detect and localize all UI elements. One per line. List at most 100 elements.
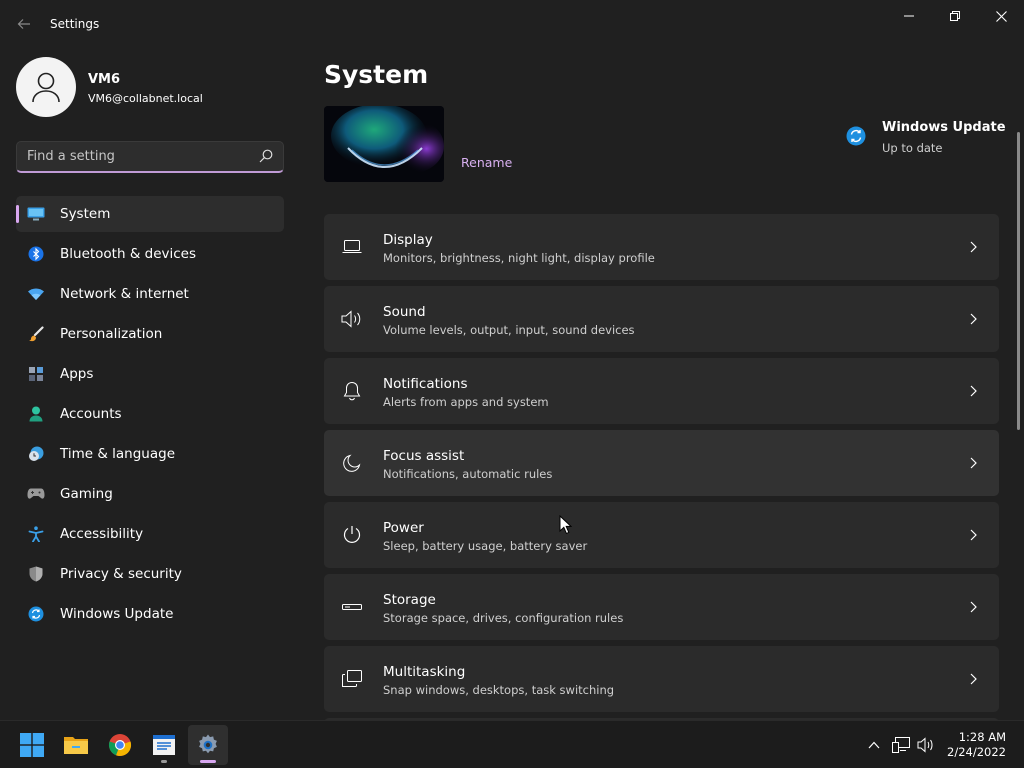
chevron-right-icon bbox=[965, 527, 981, 543]
sidebar-item-label: Apps bbox=[60, 366, 94, 382]
moon-icon bbox=[340, 451, 364, 475]
card-title: Power bbox=[383, 520, 424, 536]
settings-cards: Display Monitors, brightness, night ligh… bbox=[324, 214, 999, 720]
sidebar-item-network[interactable]: Network & internet bbox=[16, 276, 284, 312]
taskbar-start-button[interactable] bbox=[12, 725, 52, 765]
card-description: Sleep, battery usage, battery saver bbox=[383, 539, 588, 553]
power-icon bbox=[340, 523, 364, 547]
card-title: Focus assist bbox=[383, 448, 465, 464]
main-scrollbar[interactable] bbox=[1017, 132, 1020, 430]
notepad-icon bbox=[153, 735, 175, 755]
taskbar-settings[interactable] bbox=[188, 725, 228, 765]
sidebar-item-privacy-security[interactable]: Privacy & security bbox=[16, 556, 284, 592]
apps-icon bbox=[26, 364, 46, 384]
sidebar-item-system[interactable]: System bbox=[16, 196, 284, 232]
chevron-right-icon bbox=[965, 239, 981, 255]
sidebar-item-time-language[interactable]: Time & language bbox=[16, 436, 284, 472]
card-description: Alerts from apps and system bbox=[383, 395, 549, 409]
card-multitasking[interactable]: Multitasking Snap windows, desktops, tas… bbox=[324, 646, 999, 712]
tray-network[interactable] bbox=[891, 735, 911, 755]
sidebar-item-gaming[interactable]: Gaming bbox=[16, 476, 284, 512]
wallpaper-thumbnail bbox=[324, 106, 444, 182]
clock-globe-icon bbox=[26, 444, 46, 464]
back-button[interactable] bbox=[12, 12, 36, 36]
display-icon bbox=[340, 235, 364, 259]
windows-update-title: Windows Update bbox=[882, 120, 1006, 135]
taskbar: 1:28 AM 2/24/2022 bbox=[0, 720, 1024, 768]
storage-icon bbox=[340, 595, 364, 619]
sidebar-item-label: Gaming bbox=[60, 486, 113, 502]
close-button[interactable] bbox=[978, 0, 1024, 32]
user-email: VM6@collabnet.local bbox=[88, 92, 203, 105]
card-description: Monitors, brightness, night light, displ… bbox=[383, 251, 655, 265]
multitasking-icon bbox=[340, 667, 364, 691]
monitor-icon bbox=[26, 204, 46, 224]
chrome-icon bbox=[108, 734, 132, 756]
card-power[interactable]: Power Sleep, battery usage, battery save… bbox=[324, 502, 999, 568]
windows-update-status-text: Up to date bbox=[882, 141, 943, 155]
search-box[interactable] bbox=[16, 141, 284, 173]
sidebar-item-label: Accessibility bbox=[60, 526, 144, 542]
back-arrow-icon bbox=[17, 19, 30, 29]
sidebar: VM6 VM6@collabnet.local System Bluetooth… bbox=[0, 48, 300, 720]
sidebar-item-windows-update[interactable]: Windows Update bbox=[16, 596, 284, 632]
person-icon bbox=[26, 404, 46, 424]
bluetooth-icon bbox=[26, 244, 46, 264]
chevron-up-icon bbox=[868, 741, 880, 749]
search-icon[interactable] bbox=[259, 149, 273, 163]
app-title: Settings bbox=[50, 17, 100, 31]
card-focus-assist[interactable]: Focus assist Notifications, automatic ru… bbox=[324, 430, 999, 496]
sidebar-item-label: Network & internet bbox=[60, 286, 189, 302]
sidebar-item-apps[interactable]: Apps bbox=[16, 356, 284, 392]
minimize-button[interactable] bbox=[886, 0, 932, 32]
card-description: Notifications, automatic rules bbox=[383, 467, 553, 481]
clock-date: 2/24/2022 bbox=[947, 745, 1006, 759]
card-sound[interactable]: Sound Volume levels, output, input, soun… bbox=[324, 286, 999, 352]
title-bar: Settings bbox=[0, 0, 1024, 48]
file-explorer-icon bbox=[64, 737, 88, 754]
card-storage[interactable]: Storage Storage space, drives, configura… bbox=[324, 574, 999, 640]
update-icon bbox=[846, 126, 866, 146]
tray-volume[interactable] bbox=[916, 735, 936, 755]
bell-icon bbox=[340, 379, 364, 403]
card-description: Volume levels, output, input, sound devi… bbox=[383, 323, 635, 337]
sidebar-item-bluetooth[interactable]: Bluetooth & devices bbox=[16, 236, 284, 272]
taskbar-chrome[interactable] bbox=[100, 725, 140, 765]
main-content: System Rename Windows Update Up to date … bbox=[300, 48, 1024, 720]
sidebar-item-accessibility[interactable]: Accessibility bbox=[16, 516, 284, 552]
rename-link[interactable]: Rename bbox=[461, 155, 512, 170]
accessibility-icon bbox=[26, 524, 46, 544]
card-title: Multitasking bbox=[383, 664, 466, 680]
start-icon bbox=[20, 733, 44, 757]
settings-window: Settings VM6 VM6@collabnet.local System bbox=[0, 0, 1024, 720]
taskbar-file-explorer[interactable] bbox=[56, 725, 96, 765]
card-notifications[interactable]: Notifications Alerts from apps and syste… bbox=[324, 358, 999, 424]
tray-overflow-button[interactable] bbox=[864, 735, 884, 755]
chevron-right-icon bbox=[965, 455, 981, 471]
sidebar-item-accounts[interactable]: Accounts bbox=[16, 396, 284, 432]
card-display[interactable]: Display Monitors, brightness, night ligh… bbox=[324, 214, 999, 280]
windows-update-status[interactable]: Windows Update Up to date bbox=[846, 120, 1006, 160]
wallpaper-image bbox=[324, 106, 444, 182]
update-icon bbox=[26, 604, 46, 624]
restore-button[interactable] bbox=[932, 0, 978, 32]
taskbar-clock[interactable]: 1:28 AM 2/24/2022 bbox=[947, 730, 1006, 760]
sidebar-item-personalization[interactable]: Personalization bbox=[16, 316, 284, 352]
network-icon bbox=[892, 737, 910, 753]
avatar[interactable] bbox=[16, 57, 76, 117]
close-icon bbox=[995, 10, 1007, 22]
wifi-icon bbox=[26, 284, 46, 304]
card-description: Storage space, drives, configuration rul… bbox=[383, 611, 624, 625]
gamepad-icon bbox=[26, 484, 46, 504]
taskbar-notepad[interactable] bbox=[144, 725, 184, 765]
sidebar-item-label: Accounts bbox=[60, 406, 122, 422]
minimize-icon bbox=[904, 15, 914, 17]
restore-icon bbox=[950, 11, 960, 21]
sidebar-item-label: Time & language bbox=[60, 446, 176, 462]
page-title: System bbox=[324, 60, 429, 89]
card-title: Notifications bbox=[383, 376, 468, 392]
paintbrush-icon bbox=[26, 324, 46, 344]
card-title: Display bbox=[383, 232, 433, 248]
search-input[interactable] bbox=[17, 142, 247, 171]
active-indicator bbox=[200, 760, 216, 763]
